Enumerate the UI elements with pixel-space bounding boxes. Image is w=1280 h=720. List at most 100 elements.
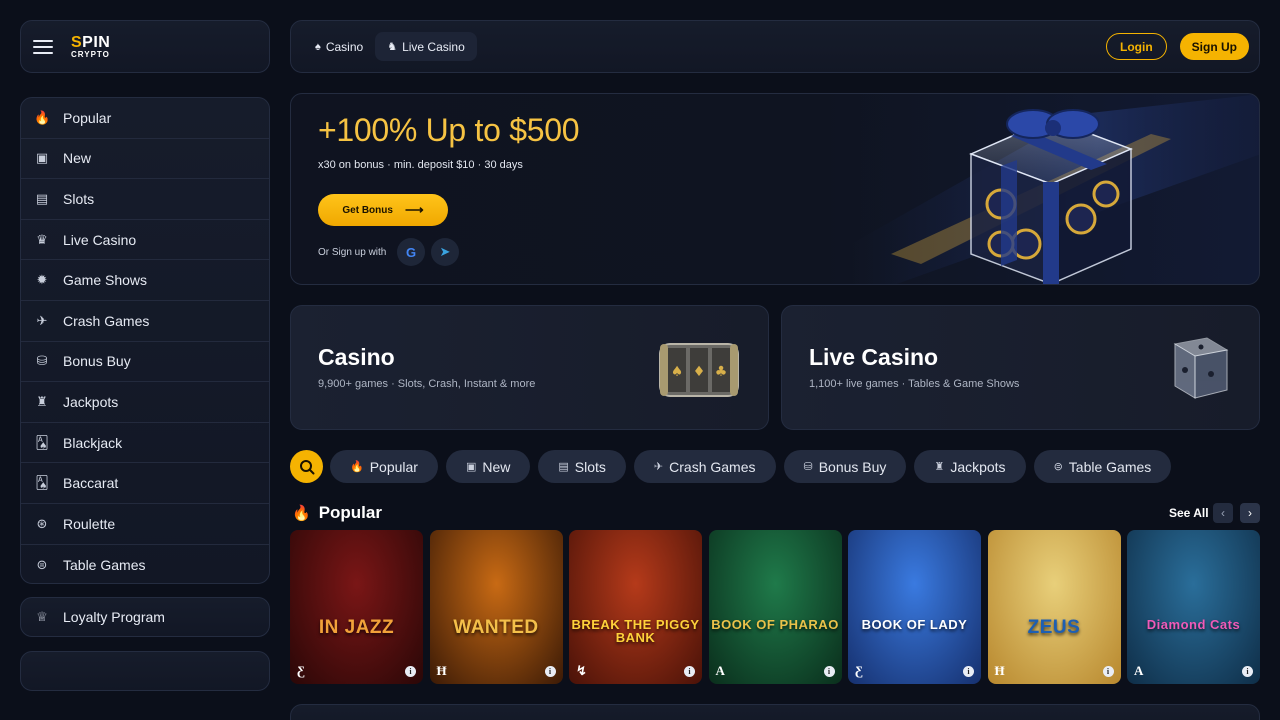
- category-subtitle: 9,900+ games · Slots, Crash, Instant & m…: [318, 378, 536, 390]
- sidebar-item-label: Crash Games: [63, 312, 150, 329]
- tab-casino[interactable]: ♠ Casino: [303, 32, 375, 61]
- chevron-left-icon: ‹: [1221, 506, 1225, 520]
- filter-icon: 🔥: [350, 461, 364, 473]
- filter-label: Crash Games: [669, 458, 756, 475]
- crown-stack-icon: ♜: [36, 393, 48, 409]
- filter-chip-jackpots[interactable]: ♜ Jackpots: [914, 450, 1026, 483]
- sidebar-item-label: New: [63, 150, 92, 167]
- game-card[interactable]: IN JAZZ Ƹi: [290, 530, 423, 684]
- info-icon[interactable]: i: [823, 666, 835, 677]
- hero-title: +100% Up to $500: [318, 112, 580, 148]
- info-icon[interactable]: i: [963, 666, 974, 677]
- info-icon[interactable]: i: [405, 666, 416, 677]
- sidebar-item-label: Blackjack: [63, 434, 123, 451]
- filter-chip-crash-games[interactable]: ✈ Crash Games: [633, 450, 776, 483]
- search-icon: [299, 459, 314, 474]
- provider-logo: Ħ: [994, 663, 1005, 678]
- login-button[interactable]: Login: [1106, 33, 1167, 60]
- sidebar-item-label: Popular: [63, 109, 112, 126]
- filter-icon: ⊜: [1053, 461, 1063, 473]
- filter-label: New: [482, 458, 511, 475]
- filter-label: Table Games: [1068, 458, 1152, 475]
- info-icon[interactable]: i: [544, 666, 556, 677]
- sidebar-item-label: Jackpots: [63, 393, 119, 410]
- filter-icon: ▣: [465, 461, 477, 473]
- sidebar-more-panel: [20, 651, 270, 691]
- dealer-icon: ♞: [387, 41, 398, 53]
- sidebar-item-crash-games[interactable]: ✈ Crash Games: [21, 301, 269, 342]
- google-icon[interactable]: G: [397, 238, 425, 266]
- sidebar-item-blackjack[interactable]: 🂡 Blackjack: [21, 423, 269, 464]
- game-card[interactable]: BOOK OF PHARAO Ai: [708, 530, 842, 684]
- filter-label: Popular: [369, 458, 418, 475]
- sidebar-item-new[interactable]: ▣ New: [21, 139, 269, 180]
- sidebar-item-label: Table Games: [63, 556, 146, 573]
- signup-with-label: Or Sign up with: [318, 247, 387, 258]
- sidebar-item-baccarat[interactable]: 🂡 Baccarat: [21, 463, 269, 504]
- sidebar-item-roulette[interactable]: ⊛ Roulette: [21, 504, 269, 545]
- coins-icon: ⛁: [36, 353, 48, 369]
- next-button[interactable]: ›: [1240, 503, 1260, 523]
- sidebar-item-loyalty-program[interactable]: ♕ Loyalty Program: [20, 597, 270, 637]
- flame-icon: 🔥: [292, 505, 311, 522]
- sidebar-item-bonus-buy[interactable]: ⛁ Bonus Buy: [21, 342, 269, 383]
- search-button[interactable]: [290, 450, 323, 483]
- sidebar-item-label: Live Casino: [63, 231, 137, 248]
- info-icon[interactable]: i: [684, 666, 695, 677]
- sidebar-item-label: Baccarat: [63, 475, 119, 492]
- tab-live-casino[interactable]: ♞ Live Casino: [375, 32, 477, 61]
- sidebar-item-table-games[interactable]: ⊜ Table Games: [21, 545, 269, 583]
- filter-chip-slots[interactable]: ▤ Slots: [538, 450, 626, 483]
- filter-chip-table-games[interactable]: ⊜ Table Games: [1033, 450, 1172, 483]
- bottom-panel: [290, 704, 1260, 720]
- plane-icon: ✈: [36, 312, 48, 328]
- sidebar-item-label: Roulette: [63, 515, 116, 532]
- prev-button[interactable]: ‹: [1213, 503, 1233, 523]
- telegram-icon[interactable]: ➤: [431, 238, 459, 266]
- filter-chip-popular[interactable]: 🔥 Popular: [330, 450, 438, 483]
- see-all-link[interactable]: See All: [1169, 506, 1209, 520]
- signup-button[interactable]: Sign Up: [1179, 33, 1249, 60]
- game-title: BREAK THE PIGGY BANK: [571, 617, 700, 645]
- casino-category-card[interactable]: Casino 9,900+ games · Slots, Crash, Inst…: [290, 305, 769, 430]
- game-card[interactable]: ZEUS Ħi: [987, 530, 1121, 684]
- wheel-icon: ✹: [36, 272, 48, 288]
- menu-icon[interactable]: [33, 39, 53, 54]
- sidebar-item-label: Bonus Buy: [63, 353, 131, 370]
- sidebar-item-game-shows[interactable]: ✹ Game Shows: [21, 260, 269, 301]
- logo-bar: SPIN CRYPTO: [20, 20, 270, 73]
- top-bar: ♠ Casino ♞ Live Casino Login Sign Up: [290, 20, 1260, 73]
- game-card[interactable]: WANTED Ħi: [429, 530, 563, 684]
- live-casino-category-card[interactable]: Live Casino 1,100+ live games · Tables &…: [781, 305, 1260, 430]
- sidebar-item-jackpots[interactable]: ♜ Jackpots: [21, 382, 269, 423]
- svg-text:♦: ♦: [693, 364, 706, 380]
- provider-logo: Ƹ: [855, 663, 863, 678]
- info-icon[interactable]: i: [1242, 666, 1253, 677]
- filter-chip-bonus-buy[interactable]: ⛁ Bonus Buy: [783, 450, 907, 483]
- game-card[interactable]: Diamond Cats Ai: [1127, 530, 1260, 684]
- get-bonus-button[interactable]: Get Bonus ⟶: [318, 194, 448, 226]
- filter-label: Slots: [574, 458, 606, 475]
- filter-chip-new[interactable]: ▣ New: [445, 450, 531, 483]
- filter-icon: ▤: [558, 461, 569, 473]
- category-title: Live Casino: [809, 344, 939, 370]
- game-card[interactable]: BREAK THE PIGGY BANK ↯ i: [569, 530, 702, 684]
- filter-chips: 🔥 Popular ▣ New ▤ Slots ✈ Crash Games ⛁ Bonus Buy…: [330, 450, 1172, 483]
- brand-logo[interactable]: SPIN CRYPTO: [71, 34, 110, 59]
- dice-icon: [1173, 337, 1229, 399]
- sidebar-item-popular[interactable]: 🔥 Popular: [21, 98, 269, 139]
- flame-icon: 🔥: [34, 109, 51, 125]
- svg-text:♣: ♣: [715, 364, 728, 380]
- cards-icon: 🂡: [35, 475, 49, 491]
- game-card[interactable]: BOOK OF LADY Ƹi: [848, 530, 981, 684]
- sidebar-item-slots[interactable]: ▤ Slots: [21, 179, 269, 220]
- hero-subtitle: x30 on bonus · min. deposit $10 · 30 day…: [318, 159, 523, 171]
- game-title: IN JAZZ: [318, 617, 395, 638]
- game-title: BOOK OF PHARAO: [711, 617, 839, 632]
- new-box-icon: ▣: [35, 150, 49, 166]
- category-title: Casino: [318, 344, 395, 370]
- provider-logo: A: [1134, 663, 1144, 678]
- info-icon[interactable]: i: [1102, 666, 1114, 677]
- dealer-icon: ♛: [36, 231, 48, 247]
- sidebar-item-live-casino[interactable]: ♛ Live Casino: [21, 220, 269, 261]
